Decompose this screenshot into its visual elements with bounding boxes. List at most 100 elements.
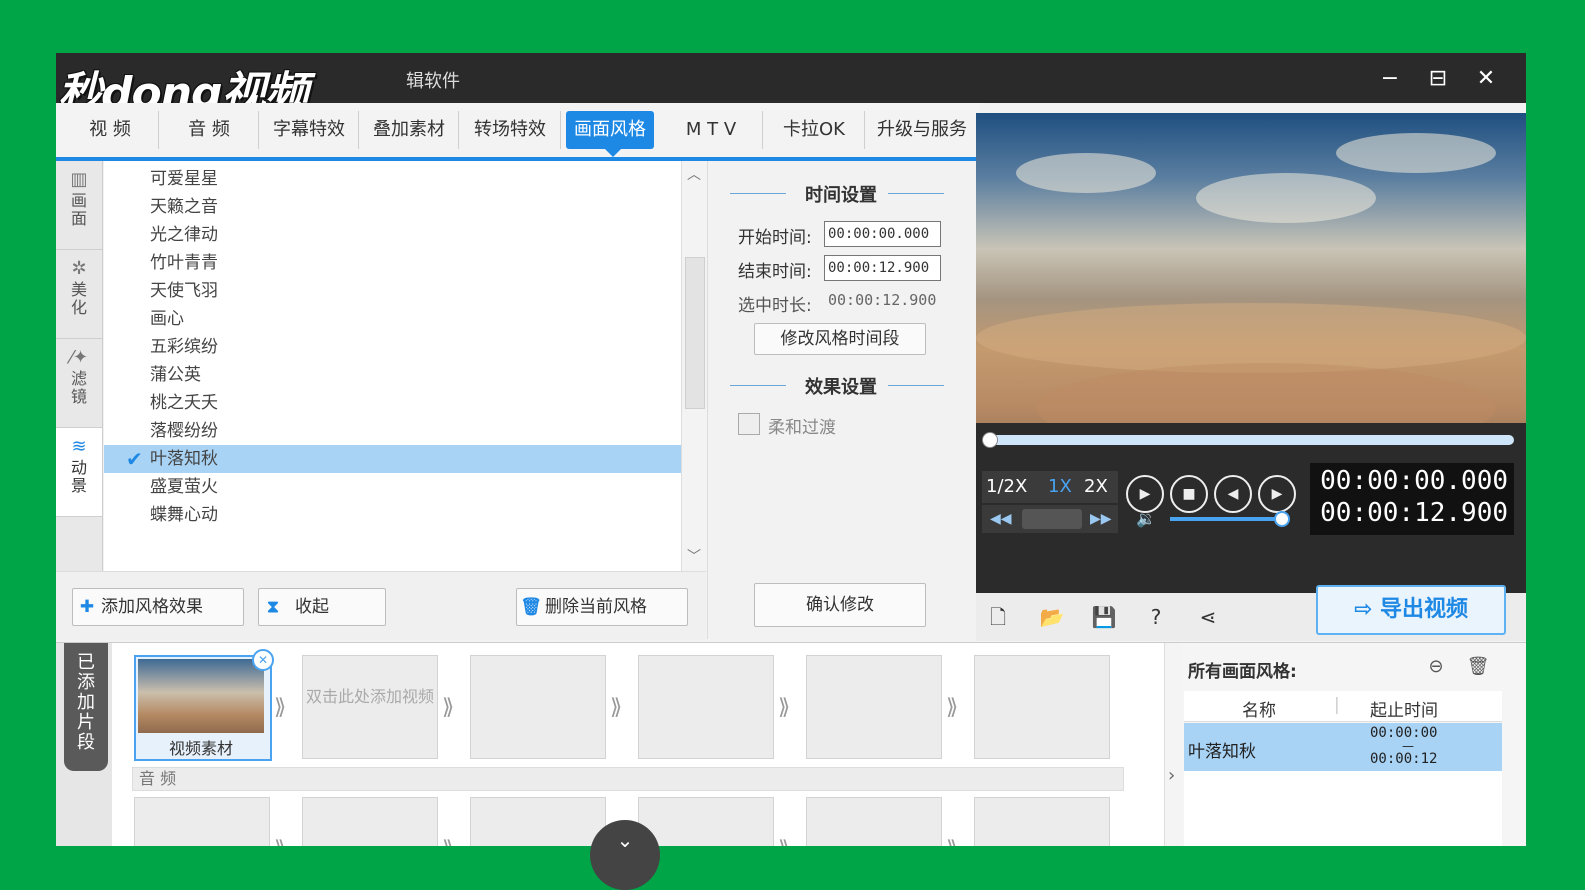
progress-bar[interactable] xyxy=(982,432,1514,448)
side-tab-beautify[interactable]: ✲ 美化 xyxy=(56,250,102,339)
volume-icon[interactable]: 🔉 xyxy=(1136,509,1156,528)
video-clip[interactable]: 视频素材 ✕ xyxy=(134,649,274,761)
speed-1x[interactable]: 1X xyxy=(1048,476,1072,497)
scroll-thumb[interactable] xyxy=(685,257,705,409)
collapse-panel-button[interactable]: › xyxy=(1164,643,1184,846)
help-icon[interactable]: ? xyxy=(1140,601,1172,633)
close-button[interactable]: ✕ xyxy=(1470,63,1502,93)
export-label: 导出视频 xyxy=(1380,597,1469,622)
active-tab-pointer xyxy=(605,149,621,157)
empty-clip-slot[interactable] xyxy=(974,655,1110,759)
rewind-icon[interactable]: ◀◀ xyxy=(990,511,1012,527)
start-time-label: 开始时间: xyxy=(738,228,812,248)
end-time-input[interactable]: 00:00:12.900 xyxy=(824,255,941,281)
magic-wand-icon: ✚ xyxy=(79,597,95,617)
speed-2x[interactable]: 2X xyxy=(1084,476,1108,497)
smooth-transition-label: 柔和过渡 xyxy=(768,418,836,438)
export-video-button[interactable]: ⇨ 导出视频 xyxy=(1316,585,1506,635)
list-item[interactable]: 画心 xyxy=(104,305,681,333)
empty-clip-slot[interactable] xyxy=(806,655,942,759)
audio-slot[interactable] xyxy=(806,797,942,846)
confirm-button[interactable]: 确认修改 xyxy=(754,583,926,627)
tab-style[interactable]: 画面风格 xyxy=(566,111,654,149)
tab-video[interactable]: 视 频 xyxy=(62,111,159,149)
volume-knob[interactable] xyxy=(1274,511,1290,527)
fast-forward-icon[interactable]: ▶▶ xyxy=(1090,511,1112,527)
audio-slot[interactable] xyxy=(638,797,774,846)
share-icon[interactable]: ⋖ xyxy=(1192,601,1224,633)
trash-icon: 🗑 xyxy=(520,597,542,617)
tab-audio[interactable]: 音 频 xyxy=(160,111,259,149)
smooth-transition-checkbox[interactable] xyxy=(738,413,760,435)
remove-clip-icon[interactable]: ✕ xyxy=(252,649,274,671)
empty-clip-slot[interactable] xyxy=(638,655,774,759)
volume-slider[interactable] xyxy=(1170,517,1280,521)
bottom-float-button[interactable]: ⌄ xyxy=(590,820,660,890)
minimize-button[interactable]: − xyxy=(1374,63,1406,93)
check-icon: ✔ xyxy=(126,447,143,471)
style-list: 可爱星星 天籁之音 光之律动 竹叶青青 天使飞羽 画心 五彩缤纷 蒲公英 桃之夭… xyxy=(104,161,681,571)
side-tab-picture[interactable]: ▥ 画面 xyxy=(56,161,102,250)
tab-mtv[interactable]: M T V xyxy=(660,111,763,149)
list-item-selected[interactable]: ✔ 叶落知秋 xyxy=(104,445,681,473)
list-item[interactable]: 盛夏萤火 xyxy=(104,473,681,501)
progress-knob[interactable] xyxy=(982,432,998,448)
list-item[interactable]: 蝶舞心动 xyxy=(104,501,681,529)
list-item[interactable]: 落樱纷纷 xyxy=(104,417,681,445)
audio-slot[interactable] xyxy=(134,797,270,846)
tab-transition[interactable]: 转场特效 xyxy=(460,111,561,149)
style-table-row[interactable]: 叶落知秋 00:00:00 — 00:00:12 xyxy=(1184,723,1502,771)
stop-icon[interactable]: ■ xyxy=(1170,475,1208,513)
modify-time-button[interactable]: 修改风格时间段 xyxy=(754,323,926,355)
chevron-down-icon: ⌄ xyxy=(616,828,634,852)
side-tab-label: 滤镜 xyxy=(70,369,87,406)
next-frame-icon[interactable]: ▶ xyxy=(1258,475,1296,513)
add-style-button[interactable]: ✚ 添加风格效果 xyxy=(72,588,244,626)
list-item[interactable]: 天使飞羽 xyxy=(104,277,681,305)
side-tab-motion[interactable]: ≋ 动景 xyxy=(56,428,102,517)
back-icon[interactable]: ⊖ xyxy=(1422,653,1450,681)
side-tab-label: 画面 xyxy=(70,191,87,228)
row-style-name: 叶落知秋 xyxy=(1188,742,1256,762)
collapse-button[interactable]: ⧗ 收起 xyxy=(258,588,386,626)
delete-style-button[interactable]: 🗑 删除当前风格 xyxy=(516,588,688,626)
add-video-slot[interactable]: 双击此处添加视频 xyxy=(302,655,438,759)
list-item[interactable]: 天籁之音 xyxy=(104,193,681,221)
new-project-icon[interactable]: 🗋 xyxy=(982,601,1014,633)
scroll-down-icon[interactable]: ﹀ xyxy=(684,547,704,567)
timeline-panel: 已添加片段 视频素材 ✕ ⟫ 双击此处添加视频 ⟫ ⟫ ⟫ ⟫ 音 频 ⟫ ⟫ … xyxy=(56,642,1526,846)
open-folder-icon[interactable]: 📂 xyxy=(1036,601,1068,633)
jog-wheel[interactable] xyxy=(1022,509,1082,529)
list-item[interactable]: 桃之夭夭 xyxy=(104,389,681,417)
time-settings-title: 时间设置 xyxy=(805,185,877,206)
trash-icon[interactable]: 🗑 xyxy=(1464,653,1492,681)
list-item[interactable]: 蒲公英 xyxy=(104,361,681,389)
list-item[interactable]: 竹叶青青 xyxy=(104,249,681,277)
col-time: 起止时间 xyxy=(1370,701,1438,721)
scroll-up-icon[interactable]: ︿ xyxy=(684,165,704,185)
maximize-button[interactable]: ⊟ xyxy=(1422,63,1454,93)
prev-frame-icon[interactable]: ◀ xyxy=(1214,475,1252,513)
list-item[interactable]: 光之律动 xyxy=(104,221,681,249)
tab-overlay[interactable]: 叠加素材 xyxy=(360,111,459,149)
side-tab-filter[interactable]: ⁄✦ 滤镜 xyxy=(56,339,102,428)
tab-subtitle[interactable]: 字幕特效 xyxy=(260,111,359,149)
start-time-input[interactable]: 00:00:00.000 xyxy=(824,221,941,247)
next-arrow-icon: ⟫ xyxy=(442,695,455,720)
speed-half[interactable]: 1/2X xyxy=(986,476,1027,497)
audio-slot[interactable] xyxy=(974,797,1110,846)
list-button-bar: ✚ 添加风格效果 ⧗ 收起 🗑 删除当前风格 xyxy=(56,571,706,640)
empty-clip-slot[interactable] xyxy=(470,655,606,759)
save-icon[interactable]: 💾 xyxy=(1088,601,1120,633)
divider xyxy=(888,385,944,386)
audio-slot[interactable] xyxy=(302,797,438,846)
title-bar: 秒dong视频 辑软件 − ⊟ ✕ xyxy=(56,53,1526,119)
list-item[interactable]: 可爱星星 xyxy=(104,165,681,193)
list-scrollbar[interactable]: ︿ ﹀ xyxy=(681,161,706,571)
main-tabs: 视 频 音 频 字幕特效 叠加素材 转场特效 画面风格 M T V 卡拉OK 升… xyxy=(56,103,981,161)
tab-karaoke[interactable]: 卡拉OK xyxy=(764,111,865,149)
list-item[interactable]: 五彩缤纷 xyxy=(104,333,681,361)
audio-slot[interactable] xyxy=(470,797,606,846)
play-icon[interactable]: ▶ xyxy=(1126,475,1164,513)
tab-upgrade[interactable]: 升级与服务 xyxy=(866,111,978,149)
